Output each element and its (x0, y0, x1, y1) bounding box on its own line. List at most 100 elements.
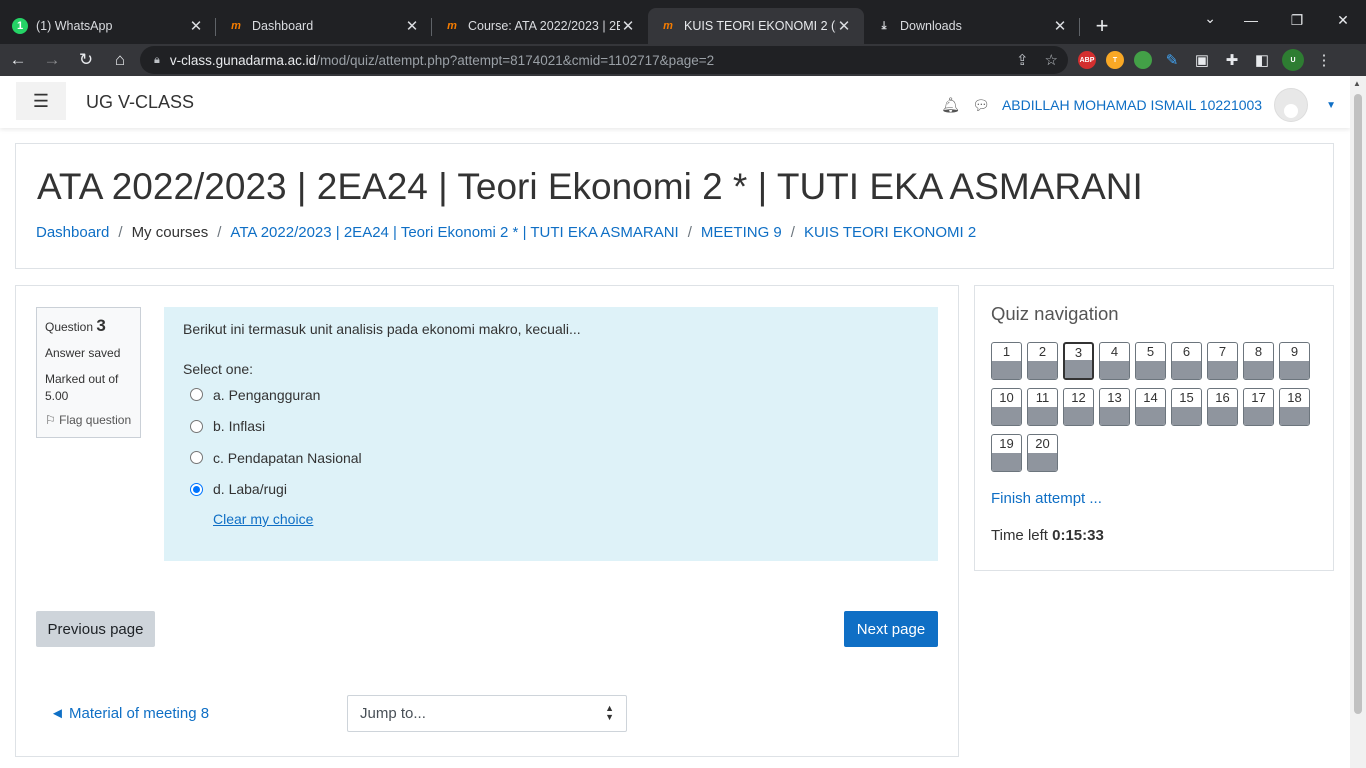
tab-course[interactable]: m Course: ATA 2022/2023 | 2EA ✕ (432, 8, 648, 44)
quiz-nav-button-14[interactable]: 14 (1135, 388, 1166, 426)
url-host: v-class.gunadarma.ac.id (169, 52, 317, 68)
quiz-nav-button-7[interactable]: 7 (1207, 342, 1238, 380)
quiz-nav-button-1[interactable]: 1 (991, 342, 1022, 380)
answered-indicator (1136, 361, 1165, 379)
breadcrumb-quiz[interactable]: KUIS TEORI EKONOMI 2 (804, 224, 976, 241)
moodle-icon: m (231, 20, 241, 32)
answered-indicator (1136, 407, 1165, 425)
breadcrumb-dashboard[interactable]: Dashboard (36, 224, 109, 241)
tab-dashboard[interactable]: m Dashboard ✕ (216, 8, 432, 44)
clear-choice-link[interactable]: Clear my choice (213, 511, 919, 527)
quiz-nav-button-6[interactable]: 6 (1171, 342, 1202, 380)
address-bar[interactable]: 🔒︎ v-class.gunadarma.ac.id/mod/quiz/atte… (140, 46, 1068, 74)
radio-button-selected[interactable] (190, 482, 203, 496)
home-button[interactable]: ⌂ (104, 46, 136, 74)
chevron-down-icon[interactable]: ⌄ (1204, 10, 1216, 27)
time-left: Time left 0:15:33 (991, 527, 1104, 544)
new-tab-button[interactable]: + (1084, 8, 1120, 44)
previous-page-button[interactable]: Previous page (36, 611, 155, 647)
page-scrollbar[interactable]: ▲ (1350, 76, 1366, 768)
quiz-nav-button-3[interactable]: 3 (1063, 342, 1094, 380)
chat-icon[interactable]: 💬︎ (972, 97, 990, 114)
quiz-nav-button-17[interactable]: 17 (1243, 388, 1274, 426)
back-button[interactable]: ← (2, 46, 34, 74)
close-icon[interactable]: ✕ (836, 17, 852, 35)
option-label[interactable]: c. Pendapatan Nasional (213, 450, 362, 466)
quiz-nav-button-18[interactable]: 18 (1279, 388, 1310, 426)
star-icon[interactable]: ☆ (1045, 51, 1058, 69)
timer-value: 0:15:33 (1052, 527, 1104, 544)
quiz-nav-button-12[interactable]: 12 (1063, 388, 1094, 426)
extension-icon[interactable] (1134, 51, 1152, 69)
quiz-nav-button-4[interactable]: 4 (1099, 342, 1130, 380)
breadcrumb-my-courses: My courses (131, 224, 209, 241)
quiz-nav-button-5[interactable]: 5 (1135, 342, 1166, 380)
quiz-nav-button-13[interactable]: 13 (1099, 388, 1130, 426)
finish-attempt-link[interactable]: Finish attempt ... (991, 490, 1102, 507)
radio-button[interactable] (190, 451, 203, 465)
adblock-icon[interactable]: ABP (1078, 51, 1096, 69)
page-header: ATA 2022/2023 | 2EA24 | Teori Ekonomi 2 … (15, 143, 1334, 269)
quiz-nav-button-11[interactable]: 11 (1027, 388, 1058, 426)
caret-down-icon[interactable]: ▼ (1326, 100, 1336, 111)
puzzle-icon[interactable]: ✚ (1222, 51, 1242, 69)
scrollbar-thumb[interactable] (1354, 94, 1362, 714)
site-brand[interactable]: UG V-CLASS (86, 92, 194, 113)
breadcrumb-meeting[interactable]: MEETING 9 (701, 224, 782, 241)
quiz-nav-number: 5 (1146, 344, 1155, 359)
scroll-up-icon[interactable]: ▲ (1353, 79, 1361, 88)
user-name[interactable]: ABDILLAH MOHAMAD ISMAIL 10221003 (1002, 97, 1262, 113)
hamburger-menu-button[interactable]: ☰ (16, 82, 66, 120)
close-icon[interactable]: ✕ (188, 17, 204, 35)
answer-option-c[interactable]: c. Pendapatan Nasional (183, 442, 919, 474)
quiz-nav-button-10[interactable]: 10 (991, 388, 1022, 426)
sidepanel-icon[interactable]: ◧ (1252, 51, 1272, 69)
option-label[interactable]: a. Pengangguran (213, 387, 320, 403)
answered-indicator (1280, 407, 1309, 425)
profile-avatar[interactable]: U (1282, 49, 1304, 71)
share-icon[interactable]: ⇪ (1016, 51, 1029, 69)
tab-whatsapp[interactable]: 1 (1) WhatsApp ✕ (0, 8, 216, 44)
close-icon[interactable]: ✕ (620, 17, 636, 35)
quiz-nav-button-15[interactable]: 15 (1171, 388, 1202, 426)
radio-button[interactable] (190, 419, 203, 433)
pen-icon[interactable]: ✎ (1162, 51, 1182, 69)
breadcrumb-course[interactable]: ATA 2022/2023 | 2EA24 | Teori Ekonomi 2 … (230, 224, 678, 241)
close-window-button[interactable]: ✕ (1320, 0, 1366, 40)
extension-icon[interactable]: T (1106, 51, 1124, 69)
answer-option-d[interactable]: d. Laba/rugi (183, 474, 919, 506)
option-label[interactable]: b. Inflasi (213, 418, 265, 434)
tab-quiz[interactable]: m KUIS TEORI EKONOMI 2 (pag ✕ (648, 8, 864, 44)
bell-icon[interactable]: 🔔︎ (941, 96, 960, 114)
minimize-button[interactable]: — (1228, 0, 1274, 40)
restore-button[interactable]: ❐ (1274, 0, 1320, 40)
answered-indicator (992, 453, 1021, 471)
previous-activity-link[interactable]: ◄ Material of meeting 8 (50, 705, 209, 722)
quiz-nav-button-19[interactable]: 19 (991, 434, 1022, 472)
briefcase-icon[interactable]: ▣ (1192, 51, 1212, 69)
radio-button[interactable] (190, 388, 203, 402)
option-label[interactable]: d. Laba/rugi (213, 481, 287, 497)
reload-button[interactable]: ↻ (70, 46, 102, 74)
browser-toolbar: ← → ↻ ⌂ 🔒︎ v-class.gunadarma.ac.id/mod/q… (0, 44, 1366, 76)
close-icon[interactable]: ✕ (404, 17, 420, 35)
answer-option-b[interactable]: b. Inflasi (183, 411, 919, 443)
question-info: Question 3 Answer saved Marked out of 5.… (36, 307, 141, 438)
close-icon[interactable]: ✕ (1052, 17, 1068, 35)
next-page-button[interactable]: Next page (844, 611, 938, 647)
menu-icon[interactable]: ⋮ (1314, 51, 1334, 69)
quiz-nav-button-16[interactable]: 16 (1207, 388, 1238, 426)
quiz-nav-button-9[interactable]: 9 (1279, 342, 1310, 380)
quiz-nav-number: 7 (1218, 344, 1227, 359)
forward-button[interactable]: → (36, 46, 68, 74)
quiz-nav-button-2[interactable]: 2 (1027, 342, 1058, 380)
tab-downloads[interactable]: ⤓ Downloads ✕ (864, 8, 1080, 44)
flag-question-button[interactable]: ⚐ Flag question (45, 413, 132, 427)
quiz-nav-button-20[interactable]: 20 (1027, 434, 1058, 472)
answer-option-a[interactable]: a. Pengangguran (183, 379, 919, 411)
select-one-label: Select one: (183, 361, 254, 377)
moodle-icon: m (663, 20, 673, 32)
jump-to-select[interactable]: Jump to... ▲ ▼ (347, 695, 627, 732)
quiz-nav-button-8[interactable]: 8 (1243, 342, 1274, 380)
avatar[interactable] (1274, 88, 1309, 122)
